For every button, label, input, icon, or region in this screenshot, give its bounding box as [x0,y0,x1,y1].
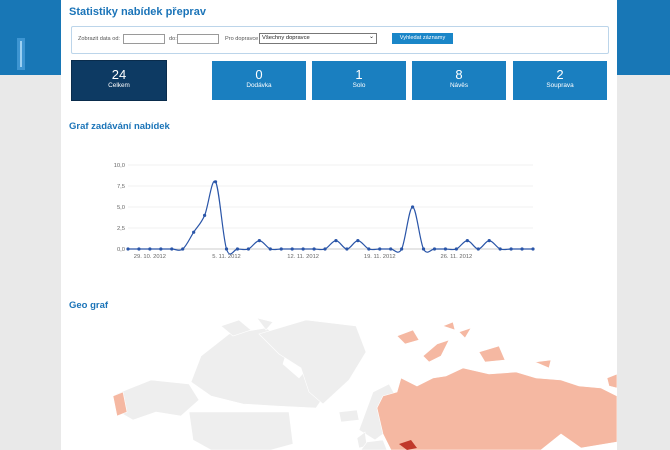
data-point [334,239,338,243]
data-point [454,247,458,251]
series-line [128,180,533,255]
y-tick-label: 0,0 [117,247,125,253]
chart-y-axis: 0,0 2,5 5,0 7,5 10,0 [114,163,125,253]
stat-label: Návěs [449,82,469,89]
x-tick-label: 5. 11. 2012 [212,254,241,260]
data-point [279,247,283,251]
map-region-bering [606,373,617,389]
data-point [465,239,469,243]
data-point [301,247,305,251]
series-points [126,180,535,251]
main-panel: Statistiky nabídek přeprav Zobrazit data… [61,0,617,450]
stat-tile-trailer[interactable]: 8 Návěs [412,61,506,100]
stat-value: 0 [255,67,263,82]
data-point [345,247,349,251]
map-region-svalbard [396,329,420,345]
data-point [323,247,327,251]
data-point [137,247,141,251]
map-land-iceland [338,409,360,423]
stat-value: 1 [355,67,363,82]
data-point [476,247,480,251]
data-point [181,247,185,251]
data-point [268,247,272,251]
data-point [246,247,251,251]
y-tick-label: 7,5 [117,184,125,190]
filter-bar: Zobrazit data od: do: Pro dopravce Všech… [71,26,609,54]
stat-value: 8 [455,67,463,82]
data-point [389,247,393,251]
date-to-label: do: [169,36,177,42]
data-point [498,247,502,251]
date-from-input[interactable] [123,34,165,44]
data-point [443,247,448,251]
map-land-alaska [115,379,200,421]
chart-x-axis: 29. 10. 2012 5. 11. 2012 12. 11. 2012 19. 1… [134,254,473,260]
y-tick-label: 10,0 [114,163,125,169]
x-tick-label: 19. 11. 2012 [364,254,396,260]
stat-tile-combination[interactable]: 2 Souprava [513,61,607,100]
data-point [410,205,415,209]
search-button[interactable]: Vyhledat záznamy [392,33,453,44]
data-point [421,247,426,251]
data-point [257,239,261,243]
carrier-label: Pro dopravce [225,36,259,42]
x-tick-label: 29. 10. 2012 [134,254,166,260]
handle-icon [20,41,22,67]
chart-section-title: Graf zadávání nabídek [69,121,170,132]
y-tick-label: 5,0 [117,205,125,211]
data-point [224,247,229,251]
data-point [487,239,491,243]
carrier-select-value: Všechny dopravce [262,35,310,41]
page-title: Statistiky nabídek přeprav [69,6,206,18]
data-point [520,247,524,251]
data-point [290,247,294,251]
data-point [213,180,218,184]
chevron-down-icon: ⌄ [368,34,374,40]
data-point [159,247,163,251]
y-tick-label: 2,5 [117,226,125,232]
data-point [509,247,513,251]
stat-tile-van[interactable]: 0 Dodávka [212,61,306,100]
data-point [126,247,130,251]
map-region-novaya-zemlya [422,339,450,363]
map-region-russia [376,367,617,450]
carrier-select[interactable]: Všechny dopravce ⌄ [259,33,377,44]
data-point [235,247,240,251]
stat-value: 24 [111,67,127,82]
data-point [367,247,371,251]
data-point [312,247,316,251]
data-point [148,247,152,251]
map-region-arctic-islands [442,321,552,369]
data-point [192,230,196,234]
map-land-usa [188,411,294,450]
data-point [531,247,535,251]
stat-tile-total[interactable]: 24 Celkem [71,60,167,101]
x-tick-label: 12. 11. 2012 [287,254,319,260]
stat-label: Solo [352,82,366,89]
data-point [170,247,174,251]
data-point [378,247,382,251]
geo-map[interactable] [61,316,617,450]
data-point [356,239,360,243]
side-menu-handle[interactable] [17,38,25,70]
data-point [432,247,437,251]
data-point [400,247,404,251]
date-to-input[interactable] [177,34,219,44]
stat-label: Dodávka [246,82,272,89]
x-tick-label: 26. 11. 2012 [440,254,472,260]
chart-grid [128,164,533,250]
stat-tile-solo[interactable]: 1 Solo [312,61,406,100]
data-point [203,213,207,217]
stat-value: 2 [556,67,564,82]
date-from-label: Zobrazit data od: [78,36,120,42]
geo-section-title: Geo graf [69,300,109,311]
stat-label: Souprava [546,82,574,89]
stat-label: Celkem [108,82,130,89]
